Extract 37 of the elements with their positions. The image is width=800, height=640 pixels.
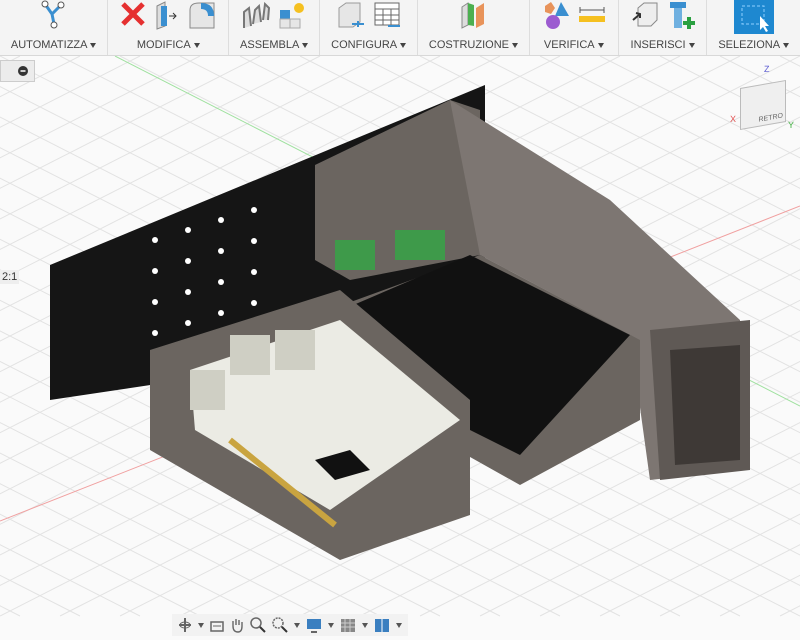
collapse-icon[interactable]: [18, 66, 28, 76]
caret-icon: [400, 42, 406, 48]
caret-icon: [512, 42, 518, 48]
table-icon[interactable]: [372, 0, 402, 30]
toolbar-menu-button[interactable]: AUTOMATIZZA: [10, 39, 96, 51]
axis-label: Z: [764, 64, 770, 74]
grid-icon[interactable]: [340, 618, 356, 632]
toolbar-menu-button[interactable]: ASSEMBLA: [240, 39, 308, 51]
caret-icon[interactable]: [396, 622, 402, 628]
toolbar-menu-button[interactable]: COSTRUZIONE: [428, 39, 518, 51]
toolbar-menu-button[interactable]: MODIFICA: [136, 39, 200, 51]
pan-hand-icon[interactable]: [230, 617, 244, 633]
panel-tab[interactable]: [0, 60, 35, 82]
caret-icon: [302, 42, 308, 48]
toolbar-menu-button[interactable]: CONFIGURA: [331, 39, 406, 51]
caret-icon: [598, 42, 604, 48]
caret-icon[interactable]: [362, 622, 368, 628]
caret-icon[interactable]: [328, 622, 334, 628]
zoom-icon[interactable]: [250, 617, 266, 633]
caret-icon[interactable]: [294, 622, 300, 628]
toolbar-menu-button[interactable]: VERIFICA: [544, 39, 604, 51]
axis-label: Y: [788, 120, 794, 130]
caret-icon: [90, 42, 96, 48]
caret-icon: [688, 42, 695, 48]
viewports-icon[interactable]: [374, 618, 390, 632]
axis-label: X: [730, 114, 736, 124]
display-icon[interactable]: [306, 618, 322, 632]
orbit-icon[interactable]: [178, 617, 192, 633]
select-icon[interactable]: [734, 0, 774, 34]
zoom-window-icon[interactable]: [272, 617, 288, 633]
caret-icon: [783, 42, 790, 48]
caret-icon: [194, 42, 200, 48]
caret-icon[interactable]: [198, 622, 204, 628]
toolbar-menu-button[interactable]: SELEZIONA: [718, 39, 790, 51]
scale-label: 2:1: [0, 270, 20, 284]
toolbar-menu-button[interactable]: INSERISCI: [630, 39, 695, 51]
delete-icon[interactable]: [119, 0, 148, 28]
